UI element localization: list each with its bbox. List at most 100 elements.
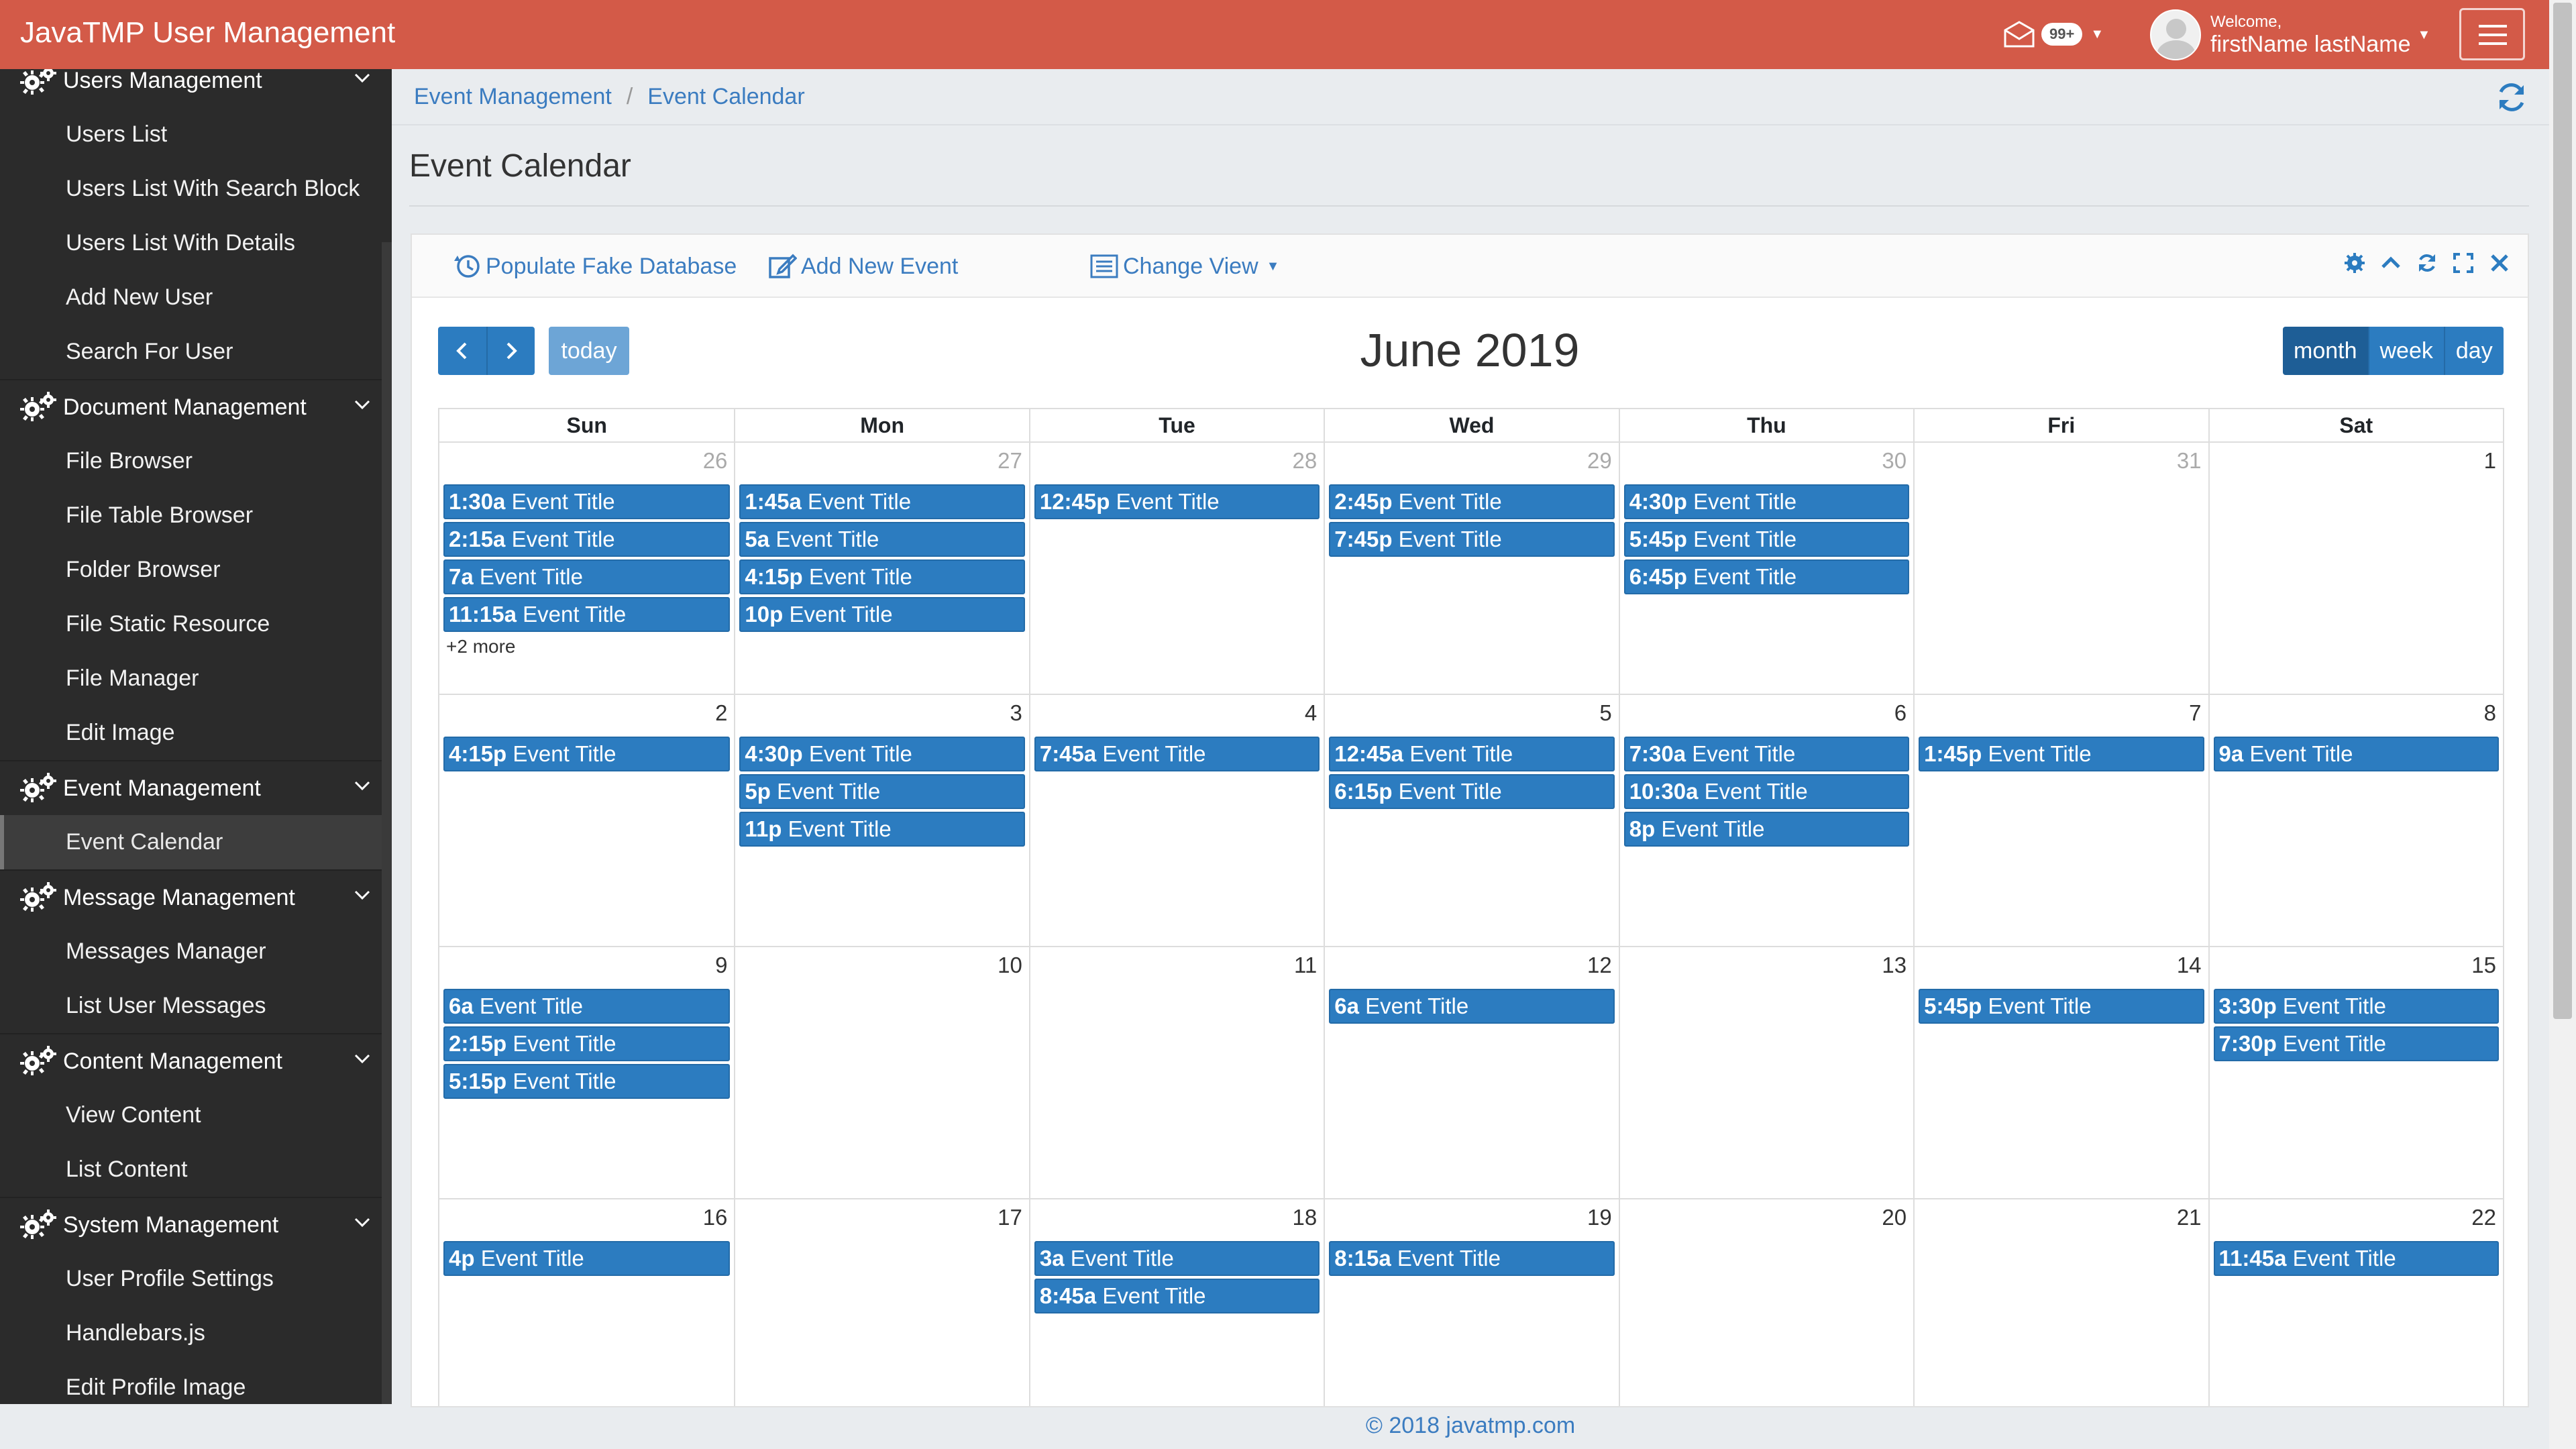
day-cell[interactable]: 31 — [1913, 443, 2208, 694]
day-number[interactable]: 7 — [2189, 700, 2201, 726]
day-number[interactable]: 20 — [1882, 1205, 1907, 1230]
sidebar-group-document-management[interactable]: Document Management — [0, 380, 392, 434]
sidebar-item-file-table-browser[interactable]: File Table Browser — [0, 488, 392, 543]
sidebar-item-folder-browser[interactable]: Folder Browser — [0, 543, 392, 597]
day-number[interactable]: 5 — [1599, 700, 1611, 726]
user-menu[interactable]: Welcome, firstName lastName ▼ — [2150, 7, 2430, 63]
day-cell[interactable]: 3 4:30p Event Title 5p Event Title 11p Even… — [734, 695, 1028, 946]
day-cell[interactable]: 28 12:45p Event Title — [1028, 443, 1324, 694]
day-cell[interactable]: 7 1:45p Event Title — [1913, 695, 2208, 946]
day-cell[interactable]: 18 3a Event Title 8:45a Event Title — [1028, 1199, 1324, 1406]
day-number[interactable]: 6 — [1894, 700, 1907, 726]
day-cell[interactable]: 8 9a Event Title — [2208, 695, 2503, 946]
populate-fake-database-button[interactable]: Populate Fake Database — [452, 251, 737, 282]
change-view-dropdown[interactable]: Change View ▼ — [1089, 251, 1279, 282]
breadcrumb-event-calendar[interactable]: Event Calendar — [647, 84, 804, 110]
gear-icon[interactable] — [2344, 252, 2365, 274]
calendar-event[interactable]: 4:30p Event Title — [739, 737, 1025, 771]
day-number[interactable]: 1 — [2484, 448, 2496, 474]
day-cell[interactable]: 26 1:30a Event Title 2:15a Event Title 7a E… — [439, 443, 734, 694]
day-number[interactable]: 13 — [1882, 953, 1907, 978]
calendar-event[interactable]: 3a Event Title — [1034, 1241, 1320, 1276]
day-number[interactable]: 11 — [1294, 953, 1317, 978]
calendar-event[interactable]: 7:30p Event Title — [2213, 1026, 2499, 1061]
calendar-event[interactable]: 9a Event Title — [2213, 737, 2499, 771]
day-number[interactable]: 30 — [1882, 448, 1907, 474]
calendar-event[interactable]: 5:15p Event Title — [443, 1064, 731, 1099]
sidebar-item-messages-manager[interactable]: Messages Manager — [0, 924, 392, 979]
calendar-event[interactable]: 11:15a Event Title — [443, 597, 731, 632]
sidebar-item-user-profile-settings[interactable]: User Profile Settings — [0, 1252, 392, 1306]
calendar-event[interactable]: 2:45p Event Title — [1329, 484, 1615, 519]
calendar-event[interactable]: 6a Event Title — [443, 989, 731, 1024]
refresh-icon[interactable] — [2416, 252, 2438, 274]
day-number[interactable]: 3 — [1010, 700, 1022, 726]
sidebar-item-event-calendar[interactable]: Event Calendar — [0, 815, 392, 869]
day-cell[interactable]: 2 4:15p Event Title — [439, 695, 734, 946]
sidebar-group-message-management[interactable]: Message Management — [0, 871, 392, 924]
sidebar-item-users-list-with-details[interactable]: Users List With Details — [0, 216, 392, 270]
view-day-button[interactable]: day — [2443, 327, 2504, 375]
calendar-event[interactable]: 5:45p Event Title — [1623, 522, 1910, 557]
calendar-event[interactable]: 5a Event Title — [739, 522, 1025, 557]
day-number[interactable]: 29 — [1587, 448, 1612, 474]
day-cell[interactable]: 30 4:30p Event Title 5:45p Event Title 6:45… — [1618, 443, 1913, 694]
day-number[interactable]: 31 — [2177, 448, 2202, 474]
day-cell[interactable]: 19 8:15a Event Title — [1324, 1199, 1618, 1406]
calendar-event[interactable]: 3:30p Event Title — [2213, 989, 2499, 1024]
day-number[interactable]: 17 — [998, 1205, 1022, 1230]
calendar-event[interactable]: 1:45p Event Title — [1919, 737, 2204, 771]
more-events-link[interactable]: +2 more — [443, 636, 730, 657]
day-number[interactable]: 12 — [1587, 953, 1612, 978]
day-number[interactable]: 26 — [703, 448, 728, 474]
calendar-event[interactable]: 8:45a Event Title — [1034, 1279, 1320, 1313]
calendar-event[interactable]: 7:45a Event Title — [1034, 737, 1320, 771]
menu-toggle-button[interactable] — [2459, 8, 2525, 60]
app-brand[interactable]: JavaTMP User Management — [20, 16, 395, 50]
day-number[interactable]: 14 — [2177, 953, 2202, 978]
day-number[interactable]: 15 — [2471, 953, 2496, 978]
sidebar-item-users-list-with-search-block[interactable]: Users List With Search Block — [0, 162, 392, 216]
calendar-event[interactable]: 6:45p Event Title — [1623, 559, 1910, 594]
day-cell[interactable]: 15 3:30p Event Title 7:30p Event Title — [2208, 947, 2503, 1198]
refresh-icon[interactable] — [2494, 80, 2529, 115]
day-cell[interactable]: 14 5:45p Event Title — [1913, 947, 2208, 1198]
day-number[interactable]: 21 — [2177, 1205, 2202, 1230]
sidebar-group-users-management[interactable]: Users Management — [0, 69, 392, 107]
sidebar-item-file-browser[interactable]: File Browser — [0, 434, 392, 488]
day-cell[interactable]: 22 11:45a Event Title — [2208, 1199, 2503, 1406]
sidebar-group-event-management[interactable]: Event Management — [0, 761, 392, 815]
day-number[interactable]: 4 — [1305, 700, 1317, 726]
day-cell[interactable]: 9 6a Event Title 2:15p Event Title 5:15p Ev… — [439, 947, 734, 1198]
calendar-event[interactable]: 4p Event Title — [443, 1241, 731, 1276]
calendar-event[interactable]: 7:45p Event Title — [1329, 522, 1615, 557]
day-cell[interactable]: 5 12:45a Event Title 6:15p Event Title — [1324, 695, 1618, 946]
calendar-event[interactable]: 11:45a Event Title — [2213, 1241, 2499, 1276]
sidebar-group-system-management[interactable]: System Management — [0, 1198, 392, 1252]
calendar-event[interactable]: 6:15p Event Title — [1329, 774, 1615, 809]
calendar-event[interactable]: 6a Event Title — [1329, 989, 1615, 1024]
day-number[interactable]: 8 — [2484, 700, 2496, 726]
day-number[interactable]: 10 — [998, 953, 1022, 978]
day-cell[interactable]: 27 1:45a Event Title 5a Event Title 4:15p E… — [734, 443, 1028, 694]
page-scrollbar-thumb[interactable] — [2553, 3, 2572, 1019]
sidebar-item-edit-image[interactable]: Edit Image — [0, 706, 392, 760]
view-week-button[interactable]: week — [2367, 327, 2444, 375]
calendar-event[interactable]: 4:15p Event Title — [443, 737, 731, 771]
calendar-event[interactable]: 10:30a Event Title — [1623, 774, 1910, 809]
day-cell[interactable]: 29 2:45p Event Title 7:45p Event Title — [1324, 443, 1618, 694]
sidebar-group-content-management[interactable]: Content Management — [0, 1034, 392, 1088]
close-icon[interactable] — [2489, 252, 2510, 274]
day-number[interactable]: 27 — [998, 448, 1022, 474]
day-number[interactable]: 16 — [703, 1205, 728, 1230]
day-cell[interactable]: 21 — [1913, 1199, 2208, 1406]
day-number[interactable]: 2 — [715, 700, 727, 726]
calendar-event[interactable]: 12:45a Event Title — [1329, 737, 1615, 771]
day-number[interactable]: 22 — [2471, 1205, 2496, 1230]
sidebar-item-users-list[interactable]: Users List — [0, 107, 392, 162]
calendar-event[interactable]: 4:30p Event Title — [1623, 484, 1910, 519]
day-number[interactable]: 9 — [715, 953, 727, 978]
calendar-event[interactable]: 12:45p Event Title — [1034, 484, 1320, 519]
calendar-event[interactable]: 1:45a Event Title — [739, 484, 1025, 519]
sidebar-item-list-user-messages[interactable]: List User Messages — [0, 979, 392, 1033]
